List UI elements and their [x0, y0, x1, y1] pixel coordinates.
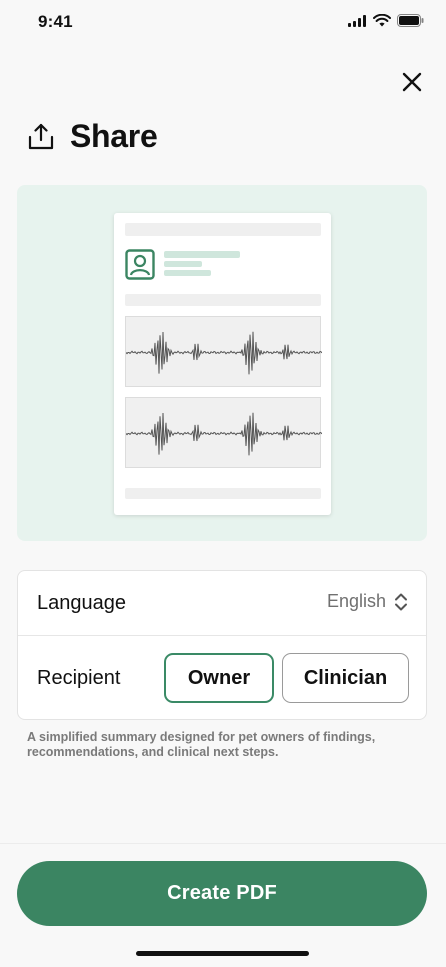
create-pdf-label: Create PDF [167, 882, 277, 904]
preview-name-line [164, 251, 240, 258]
share-upload-icon [28, 123, 54, 149]
preview-section-line [125, 294, 321, 306]
status-bar: 9:41 [0, 0, 446, 46]
pdf-preview-document [114, 213, 331, 515]
language-select[interactable]: English [327, 591, 408, 612]
preview-header-line [125, 223, 321, 236]
language-row: Language English [18, 571, 426, 636]
status-icons [348, 14, 424, 27]
pdf-preview-panel [17, 185, 427, 541]
cellular-signal-icon [348, 14, 366, 27]
person-card-icon [125, 249, 155, 280]
battery-icon [397, 14, 424, 27]
status-time: 9:41 [38, 12, 73, 31]
waveform-trace [126, 331, 322, 375]
page-title: Share [70, 118, 158, 154]
recipient-clinician-button[interactable]: Clinician [282, 653, 409, 703]
recipient-owner-button[interactable]: Owner [164, 653, 274, 703]
recipient-description: A simplified summary designed for pet ow… [27, 730, 376, 759]
close-button[interactable] [398, 68, 426, 96]
footer-divider [0, 843, 446, 844]
close-icon [402, 72, 422, 92]
settings-card: Language English Recipient Owner Clinici… [17, 570, 427, 720]
chevron-up-down-icon [395, 593, 407, 610]
language-value: English [326, 591, 386, 611]
preview-detail-line [164, 261, 202, 267]
create-pdf-button[interactable]: Create PDF [17, 861, 427, 926]
waveform-line [126, 331, 322, 375]
preview-footer-line [125, 488, 321, 499]
language-label: Language [37, 592, 126, 614]
waveform-trace [126, 412, 322, 456]
recipient-label: Recipient [37, 667, 121, 689]
wifi-icon [373, 14, 391, 27]
page-header: Share [28, 118, 158, 155]
waveform-graph [125, 397, 322, 468]
preview-detail-line [164, 270, 211, 276]
waveform-line [126, 412, 322, 456]
waveform-graph [125, 316, 322, 387]
home-indicator [136, 951, 309, 956]
